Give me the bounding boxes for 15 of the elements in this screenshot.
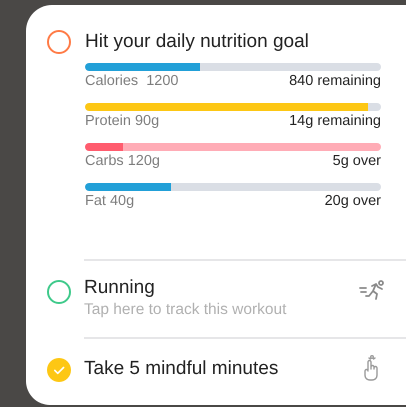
- nutrient-status: 5g over: [332, 152, 381, 171]
- status-checkbox[interactable]: [47, 30, 71, 54]
- nutrient-label: Protein 90g: [85, 112, 160, 131]
- task-title: Take 5 mindful minutes: [84, 357, 278, 381]
- nutrient-label: Fat 40g: [85, 192, 134, 211]
- nutrient-label: Carbs 120g: [85, 152, 160, 171]
- nutrient-status: 840 remaining: [289, 72, 381, 91]
- task-title: Hit your daily nutrition goal: [85, 30, 309, 54]
- nutrient-status: 14g remaining: [289, 112, 381, 131]
- nutrient-label: Calories 1200: [85, 72, 178, 91]
- task-title: Running: [84, 276, 156, 300]
- nutrient-status: 20g over: [324, 192, 381, 211]
- status-checkbox[interactable]: [47, 358, 71, 382]
- status-checkbox[interactable]: [47, 280, 71, 304]
- task-hint: Tap here to track this workout: [84, 300, 286, 320]
